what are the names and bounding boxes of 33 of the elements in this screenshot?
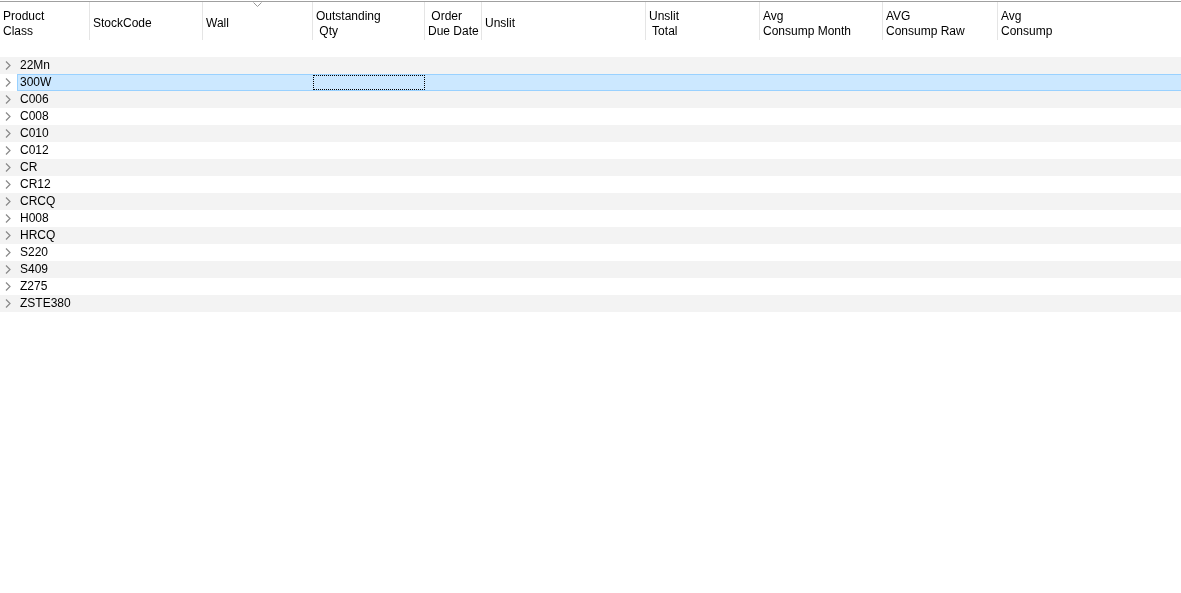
column-header[interactable]: Avg Consump Month [760,2,883,40]
table-cell-text: Z275 [19,279,49,294]
table-cell-text: CRCQ [19,194,57,209]
column-header[interactable]: Unslit Total [646,2,760,40]
table-row[interactable]: S220 [17,244,1181,261]
table-cell-text: 22Mn [19,58,52,73]
column-header[interactable]: Order Due Date [425,2,482,40]
table-row[interactable]: 300W [17,74,1181,91]
table-cell-text: ZSTE380 [19,296,72,311]
table-row[interactable]: Z275 [17,278,1181,295]
table-cell-text: S409 [19,262,50,277]
table-cell-text: C008 [19,109,50,124]
table-cell-text: C012 [19,143,50,158]
table-row[interactable]: C008 [17,108,1181,125]
table-cell-text: HRCQ [19,228,57,243]
column-header[interactable]: Wall [203,2,313,40]
column-header[interactable]: Product Class [0,2,90,40]
column-header[interactable]: Avg Consump [998,2,1181,40]
table-cell-text: H008 [19,211,50,226]
focused-cell[interactable] [313,75,425,90]
table-row[interactable]: CR12 [17,176,1181,193]
table-cell-text: CR [19,160,39,175]
column-header[interactable]: Outstanding Qty [313,2,425,40]
table-row[interactable]: C012 [17,142,1181,159]
table-cell-text: CR12 [19,177,52,192]
table-cell-text: C010 [19,126,50,141]
column-header[interactable]: StockCode [90,2,203,40]
table-row[interactable]: H008 [17,210,1181,227]
table-cell-text: C006 [19,92,50,107]
column-header[interactable]: Unslit [482,2,646,40]
table-cell-text: S220 [19,245,50,260]
column-header[interactable]: AVG Consump Raw [883,2,998,40]
table-cell-text: 300W [19,75,53,90]
